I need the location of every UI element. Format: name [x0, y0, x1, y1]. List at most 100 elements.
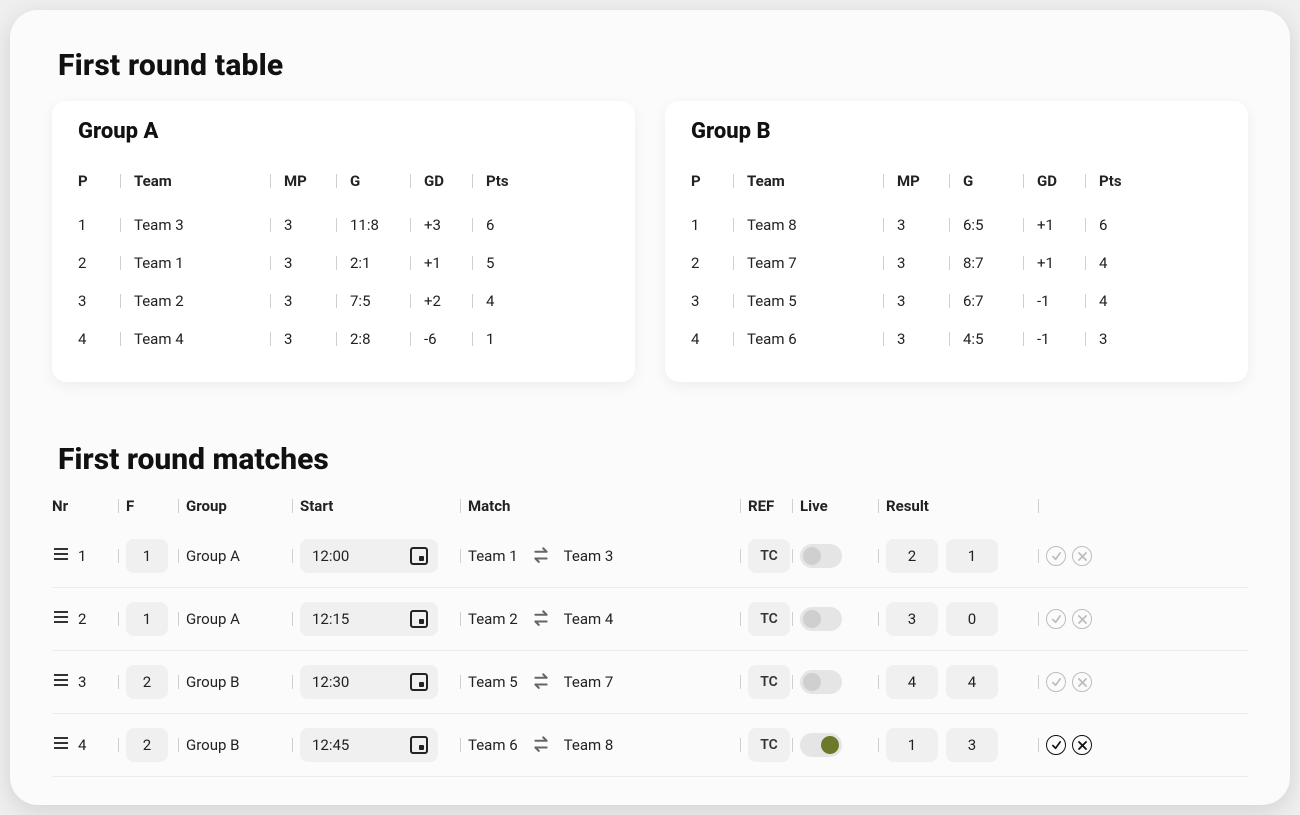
col-f: F — [126, 497, 186, 515]
confirm-button[interactable] — [1046, 735, 1066, 755]
score-away-input[interactable]: 4 — [946, 665, 998, 699]
drag-handle-icon[interactable] — [52, 545, 70, 567]
start-time-input[interactable]: 12:45 — [300, 728, 438, 762]
cell-group: Group A — [186, 610, 300, 628]
confirm-button[interactable] — [1046, 609, 1066, 629]
start-time-value: 12:30 — [312, 673, 349, 691]
cell-g: 11:8 — [350, 216, 424, 234]
live-toggle[interactable] — [800, 544, 842, 568]
cancel-button[interactable] — [1072, 609, 1092, 629]
away-team: Team 7 — [564, 673, 614, 691]
cell-match: Team 6 Team 8 — [468, 734, 748, 756]
cell-p: 3 — [78, 292, 134, 310]
col-g: G — [350, 172, 424, 190]
ref-badge[interactable]: TC — [748, 728, 790, 762]
live-toggle[interactable] — [800, 733, 842, 757]
score-away-input[interactable]: 3 — [946, 728, 998, 762]
cell-team: Team 8 — [747, 216, 897, 234]
match-nr: 3 — [78, 673, 86, 691]
group-row: 2 Team 7 3 8:7 +1 4 — [691, 244, 1222, 282]
cancel-button[interactable] — [1072, 735, 1092, 755]
cell-mp: 3 — [897, 254, 963, 272]
calendar-icon[interactable] — [410, 610, 428, 628]
score-home-input[interactable]: 1 — [886, 728, 938, 762]
col-result: Result — [886, 497, 1046, 515]
swap-icon[interactable] — [532, 608, 550, 630]
col-g: G — [963, 172, 1037, 190]
cell-gd: +2 — [424, 292, 486, 310]
cell-actions — [1046, 672, 1134, 692]
ref-badge[interactable]: TC — [748, 602, 790, 636]
cell-team: Team 2 — [134, 292, 284, 310]
field-input[interactable]: 1 — [126, 602, 168, 636]
score-away-input[interactable]: 0 — [946, 602, 998, 636]
start-time-input[interactable]: 12:00 — [300, 539, 438, 573]
col-mp: MP — [897, 172, 963, 190]
cell-p: 4 — [691, 330, 747, 348]
swap-icon[interactable] — [532, 734, 550, 756]
field-input[interactable]: 2 — [126, 728, 168, 762]
col-pts: Pts — [486, 172, 536, 190]
col-gd: GD — [424, 172, 486, 190]
drag-handle-icon[interactable] — [52, 734, 70, 756]
col-gd: GD — [1037, 172, 1099, 190]
away-team: Team 3 — [564, 547, 614, 565]
cell-gd: -6 — [424, 330, 486, 348]
swap-icon[interactable] — [532, 545, 550, 567]
cell-gd: +3 — [424, 216, 486, 234]
cell-team: Team 7 — [747, 254, 897, 272]
start-time-value: 12:45 — [312, 736, 349, 754]
ref-badge[interactable]: TC — [748, 665, 790, 699]
field-input[interactable]: 1 — [126, 539, 168, 573]
drag-handle-icon[interactable] — [52, 671, 70, 693]
live-toggle[interactable] — [800, 670, 842, 694]
drag-handle-icon[interactable] — [52, 608, 70, 630]
ref-badge[interactable]: TC — [748, 539, 790, 573]
cell-mp: 3 — [897, 330, 963, 348]
cell-match: Team 2 Team 4 — [468, 608, 748, 630]
calendar-icon[interactable] — [410, 547, 428, 565]
live-toggle[interactable] — [800, 607, 842, 631]
swap-icon[interactable] — [532, 671, 550, 693]
group-title: Group B — [691, 119, 1222, 144]
cell-p: 4 — [78, 330, 134, 348]
field-input[interactable]: 2 — [126, 665, 168, 699]
cell-pts: 5 — [486, 254, 536, 272]
cell-group: Group A — [186, 547, 300, 565]
group-table: P Team MP G GD Pts 1 Team 8 3 6:5 +1 6 2 — [691, 162, 1222, 358]
cell-p: 1 — [78, 216, 134, 234]
cell-live — [800, 733, 886, 757]
cell-g: 7:5 — [350, 292, 424, 310]
cancel-button[interactable] — [1072, 546, 1092, 566]
group-card: Group B P Team MP G GD Pts 1 Team 8 3 6:… — [665, 101, 1248, 382]
home-team: Team 1 — [468, 547, 518, 565]
cancel-button[interactable] — [1072, 672, 1092, 692]
cell-gd: +1 — [1037, 216, 1099, 234]
confirm-button[interactable] — [1046, 672, 1066, 692]
group-row: 3 Team 2 3 7:5 +2 4 — [78, 282, 609, 320]
col-p: P — [78, 172, 134, 190]
cell-team: Team 5 — [747, 292, 897, 310]
cell-f: 2 — [126, 665, 186, 699]
cell-team: Team 3 — [134, 216, 284, 234]
cell-p: 3 — [691, 292, 747, 310]
home-team: Team 2 — [468, 610, 518, 628]
cell-gd: -1 — [1037, 330, 1099, 348]
home-team: Team 6 — [468, 736, 518, 754]
match-row: 3 2 Group B 12:30 Team 5 Team 7 TC — [52, 651, 1248, 714]
cell-mp: 3 — [897, 292, 963, 310]
calendar-icon[interactable] — [410, 673, 428, 691]
cell-live — [800, 607, 886, 631]
confirm-button[interactable] — [1046, 546, 1066, 566]
col-live: Live — [800, 497, 886, 515]
start-time-input[interactable]: 12:30 — [300, 665, 438, 699]
score-away-input[interactable]: 1 — [946, 539, 998, 573]
start-time-input[interactable]: 12:15 — [300, 602, 438, 636]
cell-result: 1 3 — [886, 728, 1046, 762]
calendar-icon[interactable] — [410, 736, 428, 754]
score-home-input[interactable]: 2 — [886, 539, 938, 573]
score-home-input[interactable]: 3 — [886, 602, 938, 636]
score-home-input[interactable]: 4 — [886, 665, 938, 699]
cell-group: Group B — [186, 673, 300, 691]
match-row: 4 2 Group B 12:45 Team 6 Team 8 TC — [52, 714, 1248, 777]
